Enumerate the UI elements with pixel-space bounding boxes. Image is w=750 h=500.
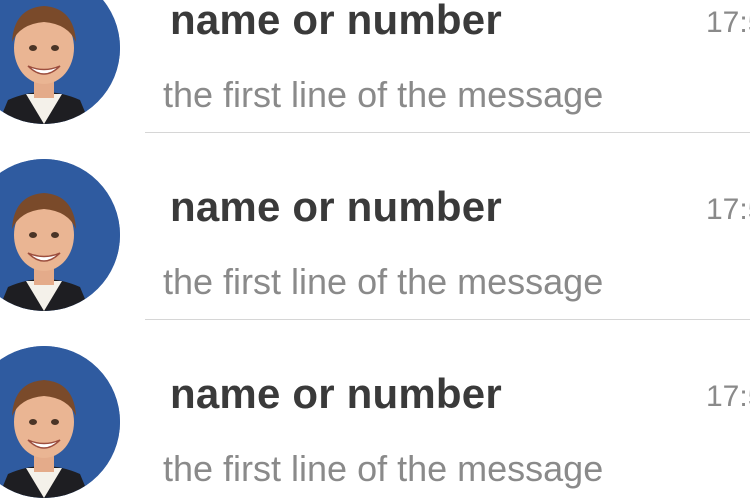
contact-photo-icon bbox=[0, 0, 120, 124]
contact-name: name or number bbox=[170, 0, 502, 43]
message-time: 17:5 bbox=[706, 193, 750, 226]
contact-avatar[interactable] bbox=[0, 346, 120, 498]
message-time: 17:5 bbox=[706, 6, 750, 39]
conversation-item[interactable]: name or number 17:5 the first line of th… bbox=[0, 320, 750, 500]
conversation-list: name or number 17:5 the first line of th… bbox=[0, 0, 750, 500]
contact-photo-icon bbox=[0, 346, 120, 498]
message-preview: the first line of the message bbox=[163, 261, 604, 302]
contact-avatar[interactable] bbox=[0, 159, 120, 311]
conversation-item[interactable]: name or number 17:5 the first line of th… bbox=[0, 133, 750, 320]
contact-name: name or number bbox=[170, 183, 502, 230]
contact-avatar[interactable] bbox=[0, 0, 120, 124]
message-preview: the first line of the message bbox=[163, 74, 604, 115]
contact-photo-icon bbox=[0, 159, 120, 311]
conversation-item[interactable]: name or number 17:5 the first line of th… bbox=[0, 0, 750, 133]
message-preview: the first line of the message bbox=[163, 448, 604, 489]
contact-name: name or number bbox=[170, 370, 502, 417]
message-time: 17:5 bbox=[706, 380, 750, 413]
